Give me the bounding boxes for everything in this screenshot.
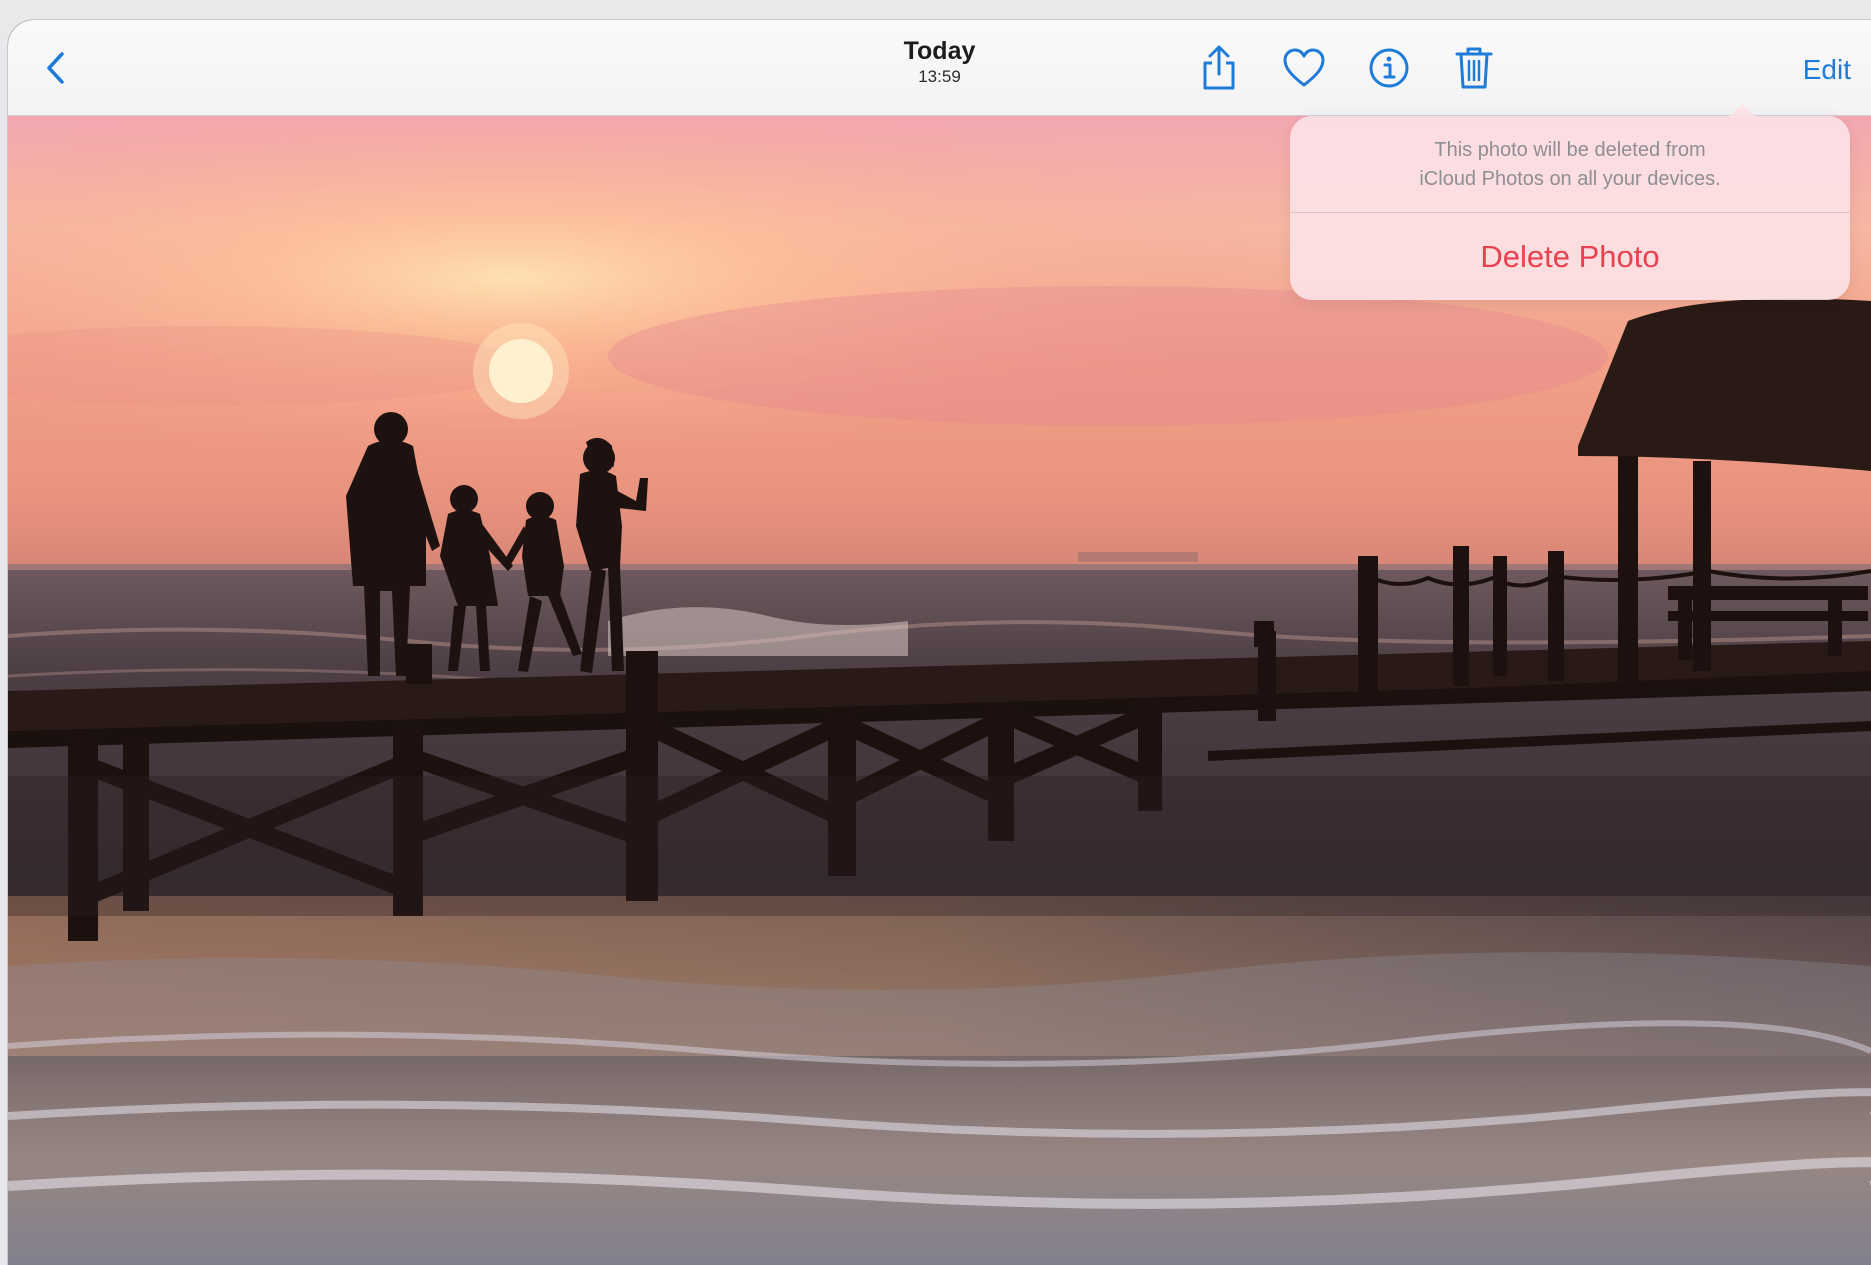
photo-title: Today 13:59 xyxy=(904,36,976,88)
back-button[interactable] xyxy=(38,48,78,88)
warning-line-2: iCloud Photos on all your devices. xyxy=(1419,168,1721,190)
info-icon xyxy=(1369,48,1409,88)
info-button[interactable] xyxy=(1363,42,1415,94)
photos-app-window: Today 13:59 Edit This photo will be dele… xyxy=(8,20,1871,1265)
photo-time-subtitle: 13:59 xyxy=(918,67,961,86)
chevron-left-icon xyxy=(47,52,64,84)
delete-button[interactable] xyxy=(1448,42,1500,94)
share-button[interactable] xyxy=(1193,42,1245,94)
delete-warning-message: This photo will be deleted from iCloud P… xyxy=(1290,136,1850,194)
navigation-bar: Today 13:59 Edit xyxy=(8,20,1871,116)
warning-line-1: This photo will be deleted from xyxy=(1434,139,1706,161)
delete-photo-button[interactable]: Delete Photo xyxy=(1290,213,1850,300)
edit-button[interactable]: Edit xyxy=(1803,54,1851,86)
heart-icon xyxy=(1283,48,1325,87)
favorite-button[interactable] xyxy=(1278,42,1330,94)
share-icon xyxy=(1203,45,1235,90)
photo-date-title: Today xyxy=(903,37,976,65)
delete-confirmation-popover: This photo will be deleted from iCloud P… xyxy=(1290,116,1850,300)
trash-icon xyxy=(1455,47,1493,89)
